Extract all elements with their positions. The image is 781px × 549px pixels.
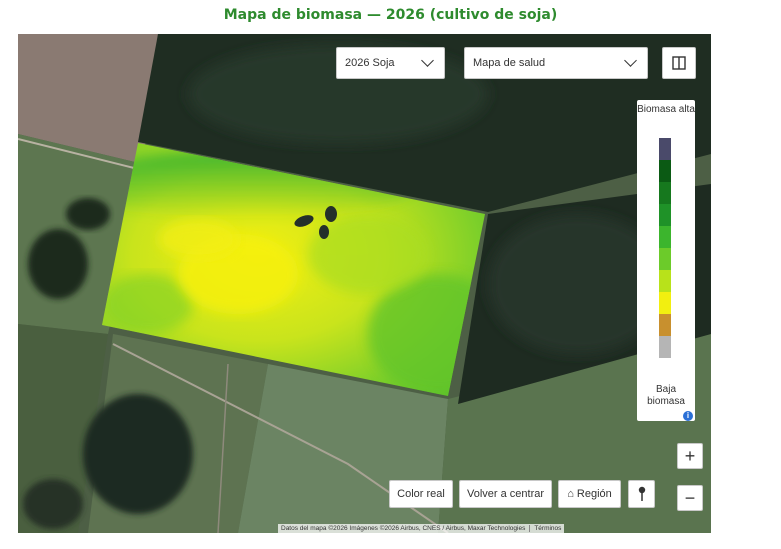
- chevron-down-icon: [421, 54, 434, 67]
- legend-swatch: [659, 292, 671, 314]
- legend-color-ramp: [659, 138, 671, 358]
- season-select[interactable]: 2026 Soja: [336, 47, 445, 79]
- region-button[interactable]: ⌂ Región: [558, 480, 621, 508]
- legend-swatch: [659, 160, 671, 182]
- biomass-legend: Biomasa alta Baja biomasa i: [637, 100, 695, 421]
- layer-select[interactable]: Mapa de salud: [464, 47, 648, 79]
- terms-link[interactable]: Términos: [529, 525, 562, 532]
- pin-icon: [638, 486, 645, 501]
- pin-button[interactable]: [628, 480, 655, 508]
- legend-swatch: [659, 138, 671, 160]
- true-color-button[interactable]: Color real: [389, 480, 453, 508]
- legend-swatch: [659, 226, 671, 248]
- legend-swatch: [659, 336, 671, 358]
- legend-swatch: [659, 314, 671, 336]
- legend-swatch: [659, 182, 671, 204]
- layer-select-value: Mapa de salud: [473, 57, 546, 69]
- zoom-out-button[interactable]: −: [677, 485, 703, 511]
- page-title: Mapa de biomasa — 2026 (cultivo de soja): [223, 7, 558, 23]
- recenter-button[interactable]: Volver a centrar: [459, 480, 552, 508]
- satellite-map[interactable]: 2026 Soja Mapa de salud Biomasa alta Baj…: [18, 34, 711, 533]
- legend-swatch: [659, 204, 671, 226]
- legend-high-label: Biomasa alta: [637, 104, 695, 115]
- split-view-icon: [672, 56, 686, 70]
- legend-swatch: [659, 248, 671, 270]
- season-select-value: 2026 Soja: [345, 57, 395, 69]
- chevron-down-icon: [624, 54, 637, 67]
- split-view-button[interactable]: [662, 47, 696, 79]
- info-icon[interactable]: i: [683, 411, 693, 421]
- attribution-text: Datos del mapa ©2026 Imágenes ©2026 Airb…: [281, 525, 526, 532]
- legend-swatch: [659, 270, 671, 292]
- legend-low-label: Baja biomasa: [647, 384, 685, 407]
- map-attribution: Datos del mapa ©2026 Imágenes ©2026 Airb…: [278, 524, 565, 533]
- map-imagery: [18, 34, 711, 533]
- zoom-in-button[interactable]: +: [677, 443, 703, 469]
